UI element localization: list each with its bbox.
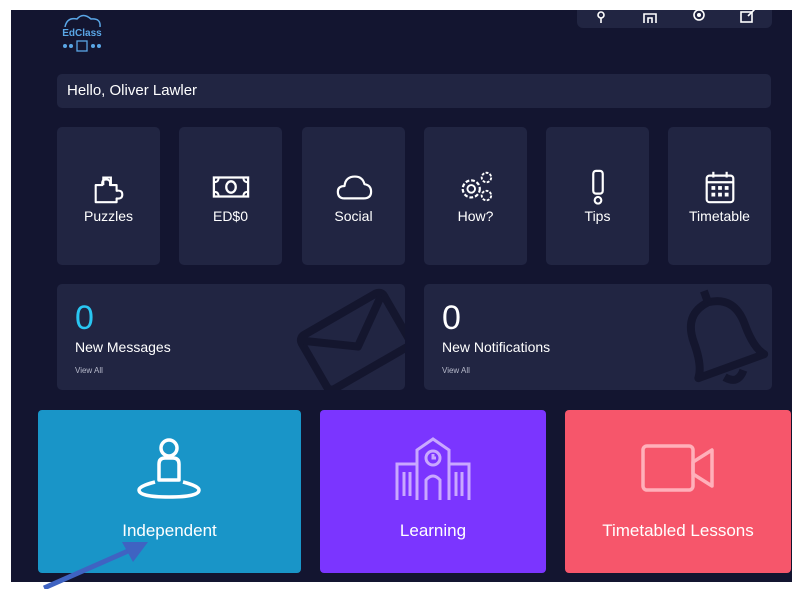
top-toolbar	[577, 10, 772, 28]
tile-social[interactable]: Social	[302, 127, 405, 265]
notifications-view-all-link[interactable]: View All	[442, 366, 470, 375]
tile-tips[interactable]: Tips	[546, 127, 649, 265]
independent-label: Independent	[122, 521, 217, 540]
learning-label: Learning	[399, 521, 467, 540]
tile-how[interactable]: How?	[424, 127, 527, 265]
learning-tile[interactable]: Learning	[320, 410, 546, 573]
app-window: EdClass Hello, Oliver Lawler Puzzles ED$…	[11, 10, 792, 582]
messages-title: New Messages	[75, 339, 171, 355]
tile-puzzles[interactable]: Puzzles	[57, 127, 160, 265]
cloud-icon	[336, 175, 372, 200]
timetabled-lessons-label: Timetabled Lessons	[602, 521, 754, 540]
tile-label: Tips	[584, 208, 611, 224]
notifications-title: New Notifications	[442, 339, 551, 355]
tile-label: Puzzles	[83, 208, 134, 224]
calendar-icon	[705, 171, 734, 204]
svg-text:EdClass: EdClass	[62, 28, 102, 39]
notifications-count: 0	[442, 299, 461, 337]
school-building-icon	[395, 437, 471, 500]
info-icon[interactable]	[591, 10, 611, 25]
independent-tile[interactable]: Independent	[38, 410, 301, 573]
gears-icon	[461, 171, 492, 202]
edclass-logo[interactable]: EdClass	[57, 13, 107, 53]
tile-label: How?	[457, 208, 494, 224]
puzzle-icon	[94, 176, 123, 204]
notifications-card[interactable]: 0 New Notifications View All	[424, 284, 772, 390]
person-pin-icon	[137, 438, 201, 499]
tile-label: ED$0	[212, 208, 249, 224]
exclamation-icon	[591, 169, 604, 205]
bell-icon	[686, 289, 769, 384]
school-icon[interactable]	[640, 10, 660, 25]
edit-icon[interactable]	[738, 10, 758, 25]
messages-view-all-link[interactable]: View All	[75, 366, 103, 375]
envelope-icon	[296, 288, 405, 390]
messages-count: 0	[75, 299, 94, 337]
tile-label: Social	[334, 208, 373, 224]
tile-edollars[interactable]: ED$0	[179, 127, 282, 265]
video-camera-icon	[641, 444, 714, 492]
gear-icon[interactable]	[689, 10, 709, 25]
timetabled-lessons-tile[interactable]: Timetabled Lessons	[565, 410, 791, 573]
money-icon	[212, 176, 249, 198]
tile-label: Timetable	[689, 208, 750, 224]
messages-card[interactable]: 0 New Messages View All	[57, 284, 405, 390]
greeting-bar: Hello, Oliver Lawler	[57, 74, 771, 108]
tile-timetable[interactable]: Timetable	[668, 127, 771, 265]
